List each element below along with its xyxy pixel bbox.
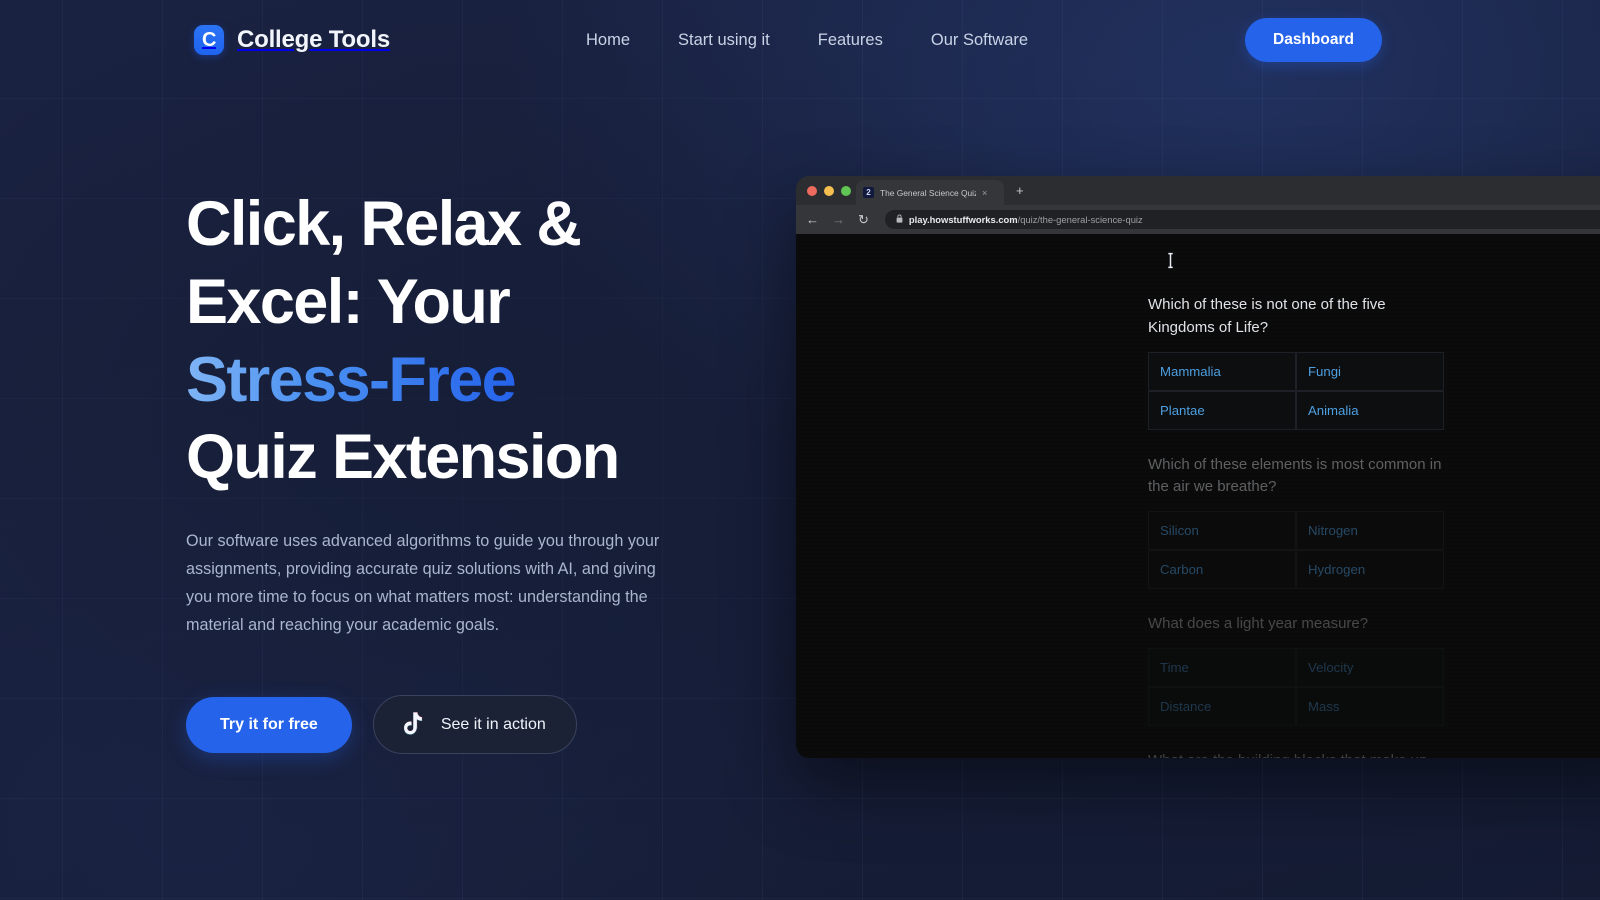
question-text: Which of these is not one of the five Ki… (1148, 296, 1386, 336)
new-tab-icon[interactable]: + (1016, 184, 1024, 197)
reload-icon[interactable]: ↻ (858, 213, 869, 226)
hero-headline: Click, Relax & Excel: Your Stress-Free Q… (186, 186, 746, 497)
browser-mockup: 2 The General Science Quiz | Ho × + ← → … (796, 176, 1600, 758)
answer-option[interactable]: Distance (1148, 686, 1296, 726)
close-tab-icon[interactable]: × (982, 188, 987, 198)
answer-option[interactable]: Silicon (1148, 511, 1296, 551)
back-icon[interactable]: ← (806, 213, 819, 226)
address-bar-url: play.howstuffworks.com/quiz/the-general-… (909, 214, 1143, 225)
nav-item-start-using-it[interactable]: Start using it (678, 31, 770, 50)
headline-line-4: Quiz Extension (186, 422, 620, 493)
question-text: What does a light year measure? (1148, 615, 1369, 633)
hero-paragraph: Our software uses advanced algorithms to… (186, 532, 660, 635)
question-text: What are the building blocks that make u… (1148, 750, 1448, 758)
see-it-in-action-label: See it in action (440, 715, 546, 733)
answer-option[interactable]: Velocity (1296, 647, 1444, 687)
try-it-for-free-button[interactable]: Try it for free (186, 696, 352, 753)
question-text: Which of these elements is most common i… (1148, 455, 1442, 496)
browser-toolbar: ← → ↻ play.howstuffworks.com/quiz/the-ge… (796, 205, 1600, 234)
browser-tab[interactable]: 2 The General Science Quiz | Ho × (856, 180, 1004, 205)
answer-grid: Silicon Nitrogen Carbon Hydrogen (1148, 511, 1444, 590)
see-it-in-action-button[interactable]: See it in action (372, 695, 577, 755)
url-path: /quiz/the-general-science-quiz (1017, 214, 1143, 225)
hero-cta-row: Try it for free See it in action (186, 695, 746, 755)
close-window-icon[interactable] (807, 185, 817, 196)
answer-option[interactable]: Hydrogen (1296, 550, 1444, 590)
headline-line-1: Click, Relax & (186, 189, 582, 259)
quiz-question-block: What does a light year measure? Time Vel… (1148, 613, 1578, 726)
brand-logo-link[interactable]: C College Tools (194, 25, 390, 55)
nav-item-home[interactable]: Home (586, 31, 630, 50)
nav-item-features[interactable]: Features (818, 31, 883, 50)
browser-viewport: Which of these is not one of the five Ki… (796, 234, 1600, 758)
nav-item-our-software[interactable]: Our Software (931, 31, 1028, 50)
tiktok-icon (398, 711, 423, 738)
lock-icon (896, 214, 903, 225)
answer-option[interactable]: Fungi (1296, 351, 1444, 391)
favicon-letter: 2 (866, 187, 871, 197)
hero-section: Click, Relax & Excel: Your Stress-Free Q… (186, 186, 746, 755)
quiz-content: Which of these is not one of the five Ki… (1148, 294, 1578, 758)
answer-option[interactable]: Mammalia (1148, 351, 1296, 391)
answer-option[interactable]: Nitrogen (1296, 511, 1444, 551)
answer-grid: Time Velocity Distance Mass (1148, 647, 1444, 726)
brand-name: College Tools (237, 26, 390, 53)
quiz-question-block: Which of these is not one of the five Ki… (1148, 294, 1578, 430)
headline-accent-text: Stress-Free (186, 344, 517, 415)
headline-line-2: Excel: Your (186, 266, 511, 337)
minimize-window-icon[interactable] (824, 185, 834, 196)
quiz-question-block: Which of these elements is most common i… (1148, 454, 1578, 590)
answer-option[interactable]: Carbon (1148, 550, 1296, 590)
dashboard-button[interactable]: Dashboard (1245, 18, 1382, 62)
answer-option[interactable]: Mass (1296, 686, 1444, 726)
top-navigation-bar: C College Tools Home Start using it Feat… (0, 0, 1600, 80)
forward-icon[interactable]: → (832, 213, 845, 226)
tab-favicon-icon: 2 (863, 187, 874, 198)
browser-titlebar: 2 The General Science Quiz | Ho × + (796, 176, 1600, 205)
answer-option[interactable]: Plantae (1148, 390, 1296, 430)
answer-grid: Mammalia Fungi Plantae Animalia (1148, 351, 1444, 430)
url-domain: play.howstuffworks.com (908, 214, 1018, 225)
tab-title: The General Science Quiz | Ho (880, 187, 976, 198)
answer-option[interactable]: Time (1148, 647, 1296, 687)
landing-page: C College Tools Home Start using it Feat… (0, 0, 1600, 900)
answer-option[interactable]: Animalia (1296, 390, 1444, 430)
college-tools-logo-icon: C (194, 25, 224, 55)
logo-letter: C (202, 28, 216, 51)
quiz-question-block: What are the building blocks that make u… (1148, 750, 1578, 758)
nav-links: Home Start using it Features Our Softwar… (586, 31, 1028, 50)
window-controls (807, 185, 851, 196)
maximize-window-icon[interactable] (841, 185, 851, 196)
address-bar[interactable]: play.howstuffworks.com/quiz/the-general-… (884, 210, 1600, 229)
